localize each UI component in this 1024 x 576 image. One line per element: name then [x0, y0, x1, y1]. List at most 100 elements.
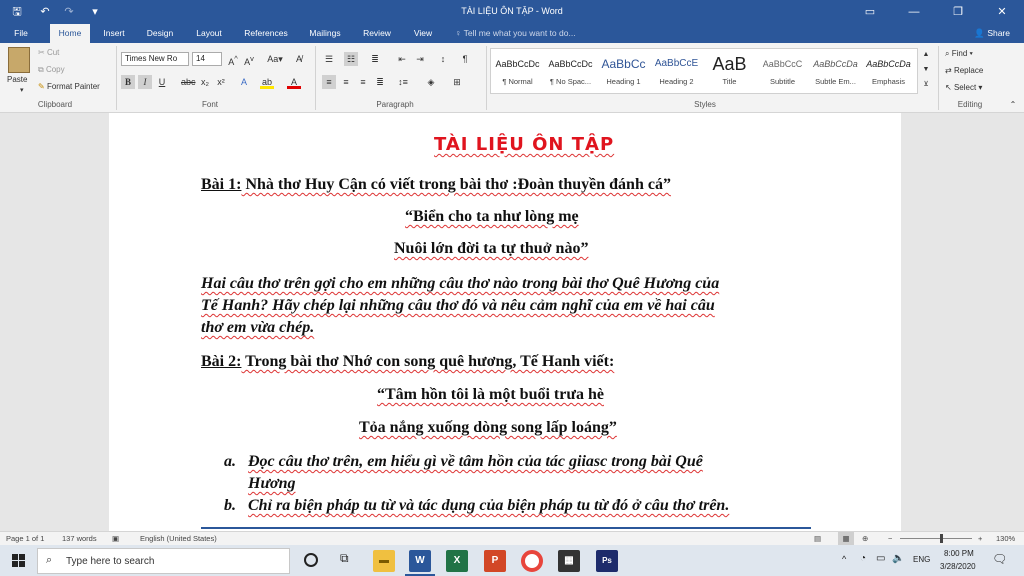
text-effects-icon[interactable]: A — [237, 75, 251, 89]
find-button[interactable]: ⌕ Find ▾ — [945, 48, 973, 60]
proofing-icon[interactable]: ▣ — [112, 532, 119, 545]
style-heading-1[interactable]: AaBbCc Heading 1 — [597, 49, 650, 93]
input-language[interactable]: ENG — [913, 555, 930, 564]
format-painter-button[interactable]: ✎ Format Painter — [38, 81, 100, 93]
tab-mailings[interactable]: Mailings — [302, 24, 348, 43]
bullets-icon[interactable]: ☰ — [322, 52, 336, 66]
ribbon-display-options-icon[interactable]: ▭ — [848, 0, 892, 24]
read-mode-icon[interactable]: ▤ — [814, 532, 821, 545]
battery-icon[interactable]: ▭ — [876, 553, 885, 564]
style-subtle-emphasis[interactable]: AaBbCcDa Subtle Em... — [809, 49, 862, 93]
styles-scroll-up-icon[interactable]: ▲ — [919, 48, 933, 62]
bold-icon[interactable]: B — [121, 75, 135, 89]
align-left-icon[interactable]: ≡ — [322, 75, 336, 89]
cortana-icon[interactable] — [304, 553, 318, 567]
page-count[interactable]: Page 1 of 1 — [6, 532, 44, 545]
web-layout-icon[interactable]: ⊕ — [862, 532, 868, 545]
clear-formatting-icon[interactable]: A̸ — [292, 52, 306, 66]
highlight-color-icon[interactable]: ab — [260, 75, 274, 89]
styles-more-icon[interactable]: ⊻ — [919, 78, 933, 92]
tab-design[interactable]: Design — [140, 24, 180, 43]
subscript-icon[interactable]: x₂ — [198, 75, 212, 89]
zoom-out-icon[interactable]: − — [888, 532, 892, 545]
collapse-ribbon-icon[interactable]: ⌃ — [1006, 98, 1020, 112]
share-button[interactable]: 👤 Share — [974, 24, 1010, 43]
clipboard-paste-icon[interactable] — [8, 47, 30, 73]
windows-start-icon[interactable] — [12, 554, 25, 567]
font-color-icon[interactable]: A — [287, 75, 301, 89]
line-spacing-icon[interactable]: ↕≡ — [396, 75, 410, 89]
shrink-font-icon[interactable]: Av — [242, 52, 256, 67]
styles-scroll-down-icon[interactable]: ▼ — [919, 63, 933, 77]
powerpoint-app-icon[interactable]: P — [484, 550, 506, 572]
font-family-combo[interactable]: Times New Ro — [121, 52, 189, 66]
volume-icon[interactable]: 🔈 — [892, 553, 904, 564]
excel-app-icon[interactable]: X — [446, 550, 468, 572]
zoom-in-icon[interactable]: + — [978, 532, 982, 545]
language-status[interactable]: English (United States) — [140, 532, 217, 545]
shading-icon[interactable]: ◈ — [424, 75, 438, 89]
taskbar-search-box[interactable]: ⌕ Type here to search — [37, 548, 290, 574]
clock-time[interactable]: 8:00 PM — [944, 549, 974, 558]
align-right-icon[interactable]: ≡ — [356, 75, 370, 89]
tell-me-search[interactable]: ♀ Tell me what you want to do... — [455, 24, 576, 43]
tray-overflow-icon[interactable]: ^ — [842, 554, 846, 564]
notifications-icon[interactable]: 🗨 — [992, 552, 1007, 566]
network-icon[interactable]: ◔ — [860, 553, 866, 564]
task-view-icon[interactable]: ⧉ — [340, 551, 349, 566]
grow-font-icon[interactable]: A^ — [226, 52, 240, 67]
tab-layout[interactable]: Layout — [188, 24, 230, 43]
cut-button[interactable]: ✂ Cut — [38, 47, 59, 59]
borders-icon[interactable]: ⊞ — [450, 75, 464, 89]
tab-home[interactable]: Home — [50, 24, 90, 43]
style-heading-2[interactable]: AaBbCcE Heading 2 — [650, 49, 703, 93]
zoom-slider[interactable] — [900, 538, 972, 539]
select-button[interactable]: ↖ Select ▾ — [945, 82, 982, 94]
numbering-icon[interactable]: ☷ — [344, 52, 358, 66]
underline-icon[interactable]: U — [155, 75, 169, 89]
style-normal[interactable]: AaBbCcDc ¶ Normal — [491, 49, 544, 93]
tab-references[interactable]: References — [238, 24, 294, 43]
tab-insert[interactable]: Insert — [96, 24, 132, 43]
align-center-icon[interactable]: ≡ — [339, 75, 353, 89]
style-emphasis[interactable]: AaBbCcDa Emphasis — [862, 49, 915, 93]
paste-dropdown-icon[interactable]: ▾ — [20, 85, 24, 97]
word-count[interactable]: 137 words — [62, 532, 97, 545]
paste-button[interactable]: Paste — [7, 74, 27, 86]
replace-button[interactable]: ⇄ Replace — [945, 65, 983, 77]
tab-review[interactable]: Review — [356, 24, 398, 43]
multilevel-list-icon[interactable]: ≣ — [368, 52, 382, 66]
restore-button[interactable]: ❐ — [936, 0, 980, 24]
ps-app-icon[interactable]: Ps — [596, 550, 618, 572]
person-icon: 👤 — [974, 28, 988, 38]
chrome-app-icon[interactable] — [521, 550, 543, 572]
superscript-icon[interactable]: x² — [214, 75, 228, 89]
decrease-indent-icon[interactable]: ⇤ — [395, 52, 409, 66]
change-case-icon[interactable]: Aa▾ — [265, 52, 285, 66]
show-formatting-marks-icon[interactable]: ¶ — [458, 52, 472, 66]
tab-view[interactable]: View — [406, 24, 440, 43]
file-explorer-icon[interactable]: ▬ — [373, 550, 395, 572]
strikethrough-icon[interactable]: abc — [181, 75, 196, 89]
share-label: Share — [987, 28, 1010, 38]
copy-button[interactable]: ⧉ Copy — [38, 64, 65, 76]
minimize-button[interactable]: — — [892, 0, 936, 24]
close-button[interactable]: ✕ — [980, 0, 1024, 24]
style-subtitle[interactable]: AaBbCcC Subtitle — [756, 49, 809, 93]
tab-file[interactable]: File — [4, 24, 38, 43]
clock-date[interactable]: 3/28/2020 — [940, 562, 976, 571]
italic-icon[interactable]: I — [138, 75, 152, 89]
style-preview: AaB — [712, 54, 747, 74]
font-size-combo[interactable]: 14 — [192, 52, 222, 66]
zoom-level[interactable]: 130% — [996, 532, 1015, 545]
increase-indent-icon[interactable]: ⇥ — [413, 52, 427, 66]
style-no-spacing[interactable]: AaBbCcDc ¶ No Spac... — [544, 49, 597, 93]
justify-icon[interactable]: ≣ — [373, 75, 387, 89]
print-layout-icon[interactable]: ▦ — [838, 532, 854, 545]
zoom-slider-thumb[interactable] — [940, 534, 943, 543]
word-app-icon[interactable]: W — [409, 550, 431, 572]
sort-icon[interactable]: ↕ — [436, 52, 450, 66]
store-app-icon[interactable]: ▦ — [558, 550, 580, 572]
style-title[interactable]: AaB Title — [703, 49, 756, 93]
document-page[interactable]: TÀI LIỆU ÔN TẬP Bài 1: Nhà thơ Huy Cận c… — [109, 113, 901, 531]
